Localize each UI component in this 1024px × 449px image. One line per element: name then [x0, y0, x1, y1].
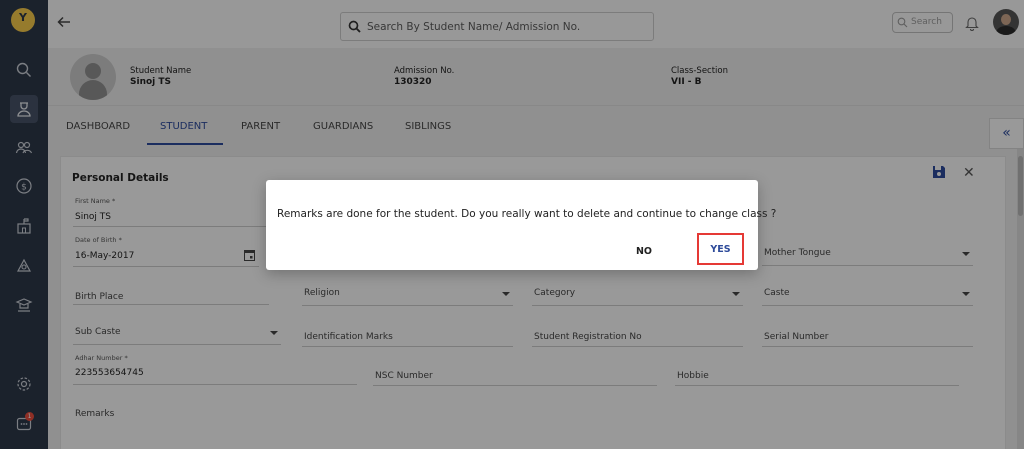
confirm-dialog: Remarks are done for the student. Do you…	[266, 180, 776, 270]
dialog-message: Remarks are done for the student. Do you…	[277, 208, 777, 220]
no-button[interactable]: NO	[622, 237, 666, 265]
yes-button[interactable]: YES	[697, 233, 744, 265]
